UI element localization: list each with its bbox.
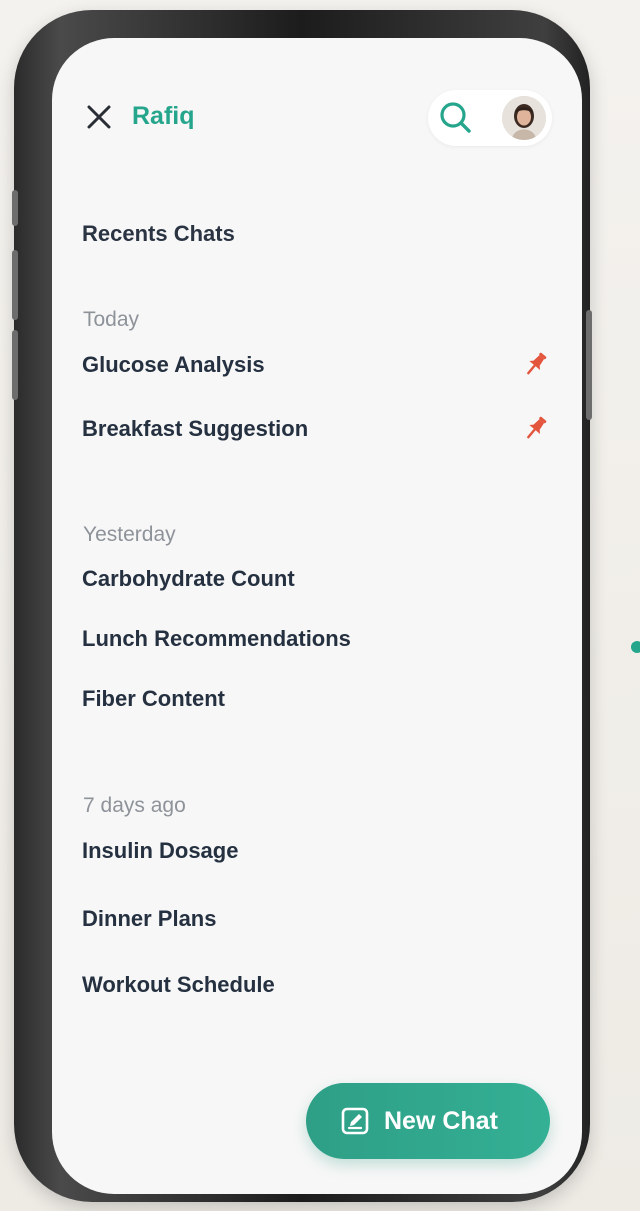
phone-screen: Rafiq Recents Chats Today Glucose Analys… — [52, 38, 582, 1194]
pin-icon[interactable] — [520, 412, 552, 444]
edit-square-icon — [341, 1107, 369, 1135]
chat-item-insulin-dosage[interactable]: Insulin Dosage — [82, 832, 552, 872]
chat-item-label: Insulin Dosage — [82, 838, 239, 863]
decorative-dot — [631, 641, 640, 653]
chat-item-label: Glucose Analysis — [82, 352, 265, 377]
close-icon — [87, 105, 111, 129]
chat-item-fiber-content[interactable]: Fiber Content — [82, 680, 552, 720]
chat-item-label: Workout Schedule — [82, 972, 275, 997]
phone-side-button — [12, 190, 18, 226]
chat-item-label: Fiber Content — [82, 686, 225, 711]
top-actions — [428, 90, 552, 146]
group-label-today: Today — [83, 308, 140, 331]
stage: Rafiq Recents Chats Today Glucose Analys… — [0, 0, 640, 1211]
phone-side-button — [12, 330, 18, 400]
app-name: Rafiq — [132, 102, 195, 130]
recents-title: Recents Chats — [82, 221, 235, 246]
phone-side-button — [586, 310, 592, 420]
phone-frame: Rafiq Recents Chats Today Glucose Analys… — [12, 10, 592, 1202]
phone-side-button — [12, 250, 18, 320]
chat-item-carbohydrate-count[interactable]: Carbohydrate Count — [82, 560, 552, 600]
chat-item-dinner-plans[interactable]: Dinner Plans — [82, 900, 552, 940]
group-label-yesterday: Yesterday — [83, 523, 176, 546]
chat-item-label: Breakfast Suggestion — [82, 416, 309, 441]
close-button[interactable] — [84, 102, 114, 132]
new-chat-button[interactable]: New Chat — [306, 1083, 550, 1159]
top-bar: Rafiq — [52, 38, 582, 188]
chat-item-label: Lunch Recommendations — [82, 626, 351, 651]
new-chat-label: New Chat — [384, 1107, 498, 1135]
chat-item-glucose-analysis[interactable]: Glucose Analysis — [82, 346, 552, 386]
chat-item-workout-schedule[interactable]: Workout Schedule — [82, 966, 552, 1006]
chat-item-label: Dinner Plans — [82, 906, 217, 931]
search-icon — [440, 102, 471, 133]
chat-item-label: Carbohydrate Count — [82, 566, 295, 591]
chat-item-lunch-recommendations[interactable]: Lunch Recommendations — [82, 620, 552, 660]
pin-icon[interactable] — [520, 348, 552, 380]
avatar[interactable] — [502, 96, 546, 140]
chat-item-breakfast-suggestion[interactable]: Breakfast Suggestion — [82, 410, 552, 450]
avatar-image — [502, 96, 546, 140]
group-label-7-days-ago: 7 days ago — [83, 794, 186, 817]
search-button[interactable] — [436, 98, 476, 138]
